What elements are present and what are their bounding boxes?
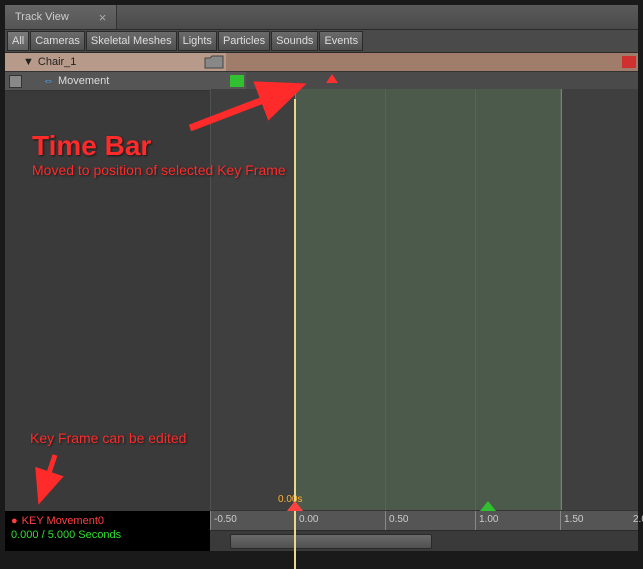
filter-cameras[interactable]: Cameras [30, 31, 85, 51]
tab-label: Track View [15, 11, 69, 23]
playhead-handle[interactable] [287, 501, 303, 511]
filter-all[interactable]: All [7, 31, 29, 51]
track-sub-timeline[interactable] [246, 72, 638, 90]
track-group-row[interactable]: ▼ Chair_1 [5, 53, 638, 72]
filter-skeletal[interactable]: Skeletal Meshes [86, 31, 177, 51]
filter-particles[interactable]: Particles [218, 31, 270, 51]
filter-events[interactable]: Events [319, 31, 363, 51]
expand-icon[interactable]: ▼ [23, 56, 34, 68]
filter-sounds[interactable]: Sounds [271, 31, 318, 51]
active-region [295, 89, 562, 511]
track-sub-label[interactable]: ⇔ Movement [5, 72, 246, 90]
color-swatch-green [230, 75, 244, 87]
horizontal-scrollbar[interactable] [210, 530, 638, 551]
close-icon[interactable]: × [99, 10, 107, 25]
timeline-body[interactable]: 0.00s [210, 89, 638, 511]
status-key-label: KEY Movement0 [11, 515, 204, 527]
track-area: ▼ Chair_1 ⇔ Movement [5, 53, 638, 551]
track-sub-name: Movement [58, 75, 109, 87]
track-view-window: Track View × All Cameras Skeletal Meshes… [4, 4, 639, 551]
scroll-thumb[interactable] [230, 534, 432, 549]
color-swatch-red [622, 56, 636, 68]
track-group-name: Chair_1 [38, 56, 77, 68]
status-time-label: 0.000 / 5.000 Seconds [11, 529, 204, 541]
track-checkbox[interactable] [9, 75, 22, 88]
range-end-marker[interactable] [480, 501, 496, 511]
move-icon: ⇔ [43, 75, 54, 87]
folder-icon[interactable] [204, 55, 224, 69]
tab-track-view[interactable]: Track View × [5, 5, 117, 29]
time-ruler[interactable]: -0.50 0.00 0.50 1.00 1.50 2.0 [210, 510, 638, 531]
filter-bar: All Cameras Skeletal Meshes Lights Parti… [5, 30, 638, 53]
track-group-timeline[interactable] [226, 53, 638, 71]
gridline [210, 89, 211, 511]
playhead[interactable] [294, 99, 296, 569]
titlebar: Track View × [5, 5, 638, 30]
keyframe-marker[interactable] [326, 74, 338, 83]
status-area: KEY Movement0 0.000 / 5.000 Seconds [5, 511, 210, 551]
track-group-label[interactable]: ▼ Chair_1 [5, 53, 226, 71]
filter-lights[interactable]: Lights [178, 31, 217, 51]
